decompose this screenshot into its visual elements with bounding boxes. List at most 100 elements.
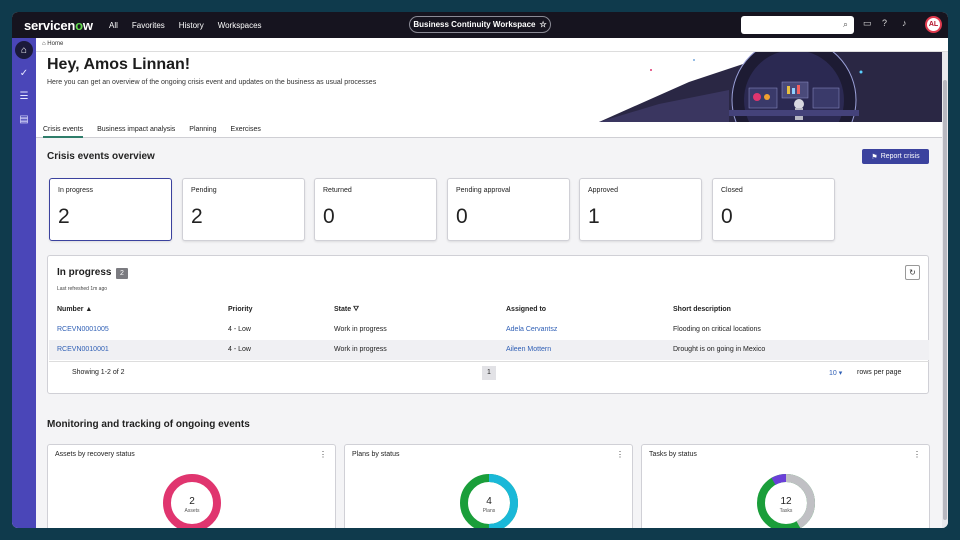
donut-value: 4: [486, 496, 492, 507]
stat-label: Pending: [191, 187, 217, 194]
refresh-button[interactable]: ↻: [905, 265, 920, 280]
stat-value: 0: [456, 205, 468, 228]
page-button[interactable]: 1: [482, 366, 496, 380]
stat-value: 0: [721, 205, 733, 228]
donut-unit: Tasks: [780, 508, 793, 514]
priority-cell: 4 - Low: [228, 326, 251, 333]
hero-illustration: [599, 52, 942, 122]
description-cell: Drought is on going in Mexico: [673, 346, 766, 353]
assets-donut-chart[interactable]: 2 Assets: [162, 473, 222, 528]
plans-card: Plans by status ⋮ 4 Plans: [344, 444, 633, 528]
record-number-link[interactable]: RCEVN0010001: [57, 346, 109, 353]
column-header-number[interactable]: Number ▲: [57, 306, 92, 313]
tasks-card: Tasks by status ⋮ 12 Tasks: [641, 444, 930, 528]
state-cell: Work in progress: [334, 346, 387, 353]
more-options-icon[interactable]: ⋮: [616, 450, 624, 459]
stat-label: Returned: [323, 187, 352, 194]
left-sidebar: ⌂ ✓ ☰ ▤: [12, 38, 36, 528]
greeting-subtitle: Here you can get an overview of the ongo…: [47, 79, 377, 86]
description-cell: Flooding on critical locations: [673, 326, 761, 333]
stat-card-approved[interactable]: Approved 1: [579, 178, 702, 241]
priority-cell: 4 - Low: [228, 346, 251, 353]
rows-per-page-select[interactable]: 10 ▾: [829, 369, 842, 377]
bell-icon[interactable]: ♪: [902, 18, 907, 28]
list-icon[interactable]: ☰: [15, 87, 33, 105]
donut-unit: Plans: [483, 508, 496, 514]
table-row[interactable]: RCEVN0010001 4 - Low Work in progress Ai…: [49, 340, 929, 360]
breadcrumb: ⌂ Home: [36, 38, 948, 52]
stat-value: 2: [58, 205, 70, 228]
stat-card-pending[interactable]: Pending 2: [182, 178, 305, 241]
card-title: Plans by status: [352, 451, 400, 458]
main-content: Crisis events overview ⚑ Report crisis I…: [36, 138, 942, 528]
record-number-link[interactable]: RCEVN0001005: [57, 326, 109, 333]
star-icon[interactable]: ☆: [539, 20, 546, 29]
scrollbar-thumb[interactable]: [943, 80, 947, 520]
chevron-down-icon: ▾: [838, 370, 843, 377]
more-options-icon[interactable]: ⋮: [319, 450, 327, 459]
tab-business-impact-analysis[interactable]: Business impact analysis: [97, 122, 175, 138]
top-navigation: servicenow All Favorites History Workspa…: [12, 12, 948, 38]
plans-donut-chart[interactable]: 4 Plans: [459, 473, 519, 528]
servicenow-logo[interactable]: servicenow: [24, 18, 109, 33]
tab-exercises[interactable]: Exercises: [231, 122, 261, 138]
user-avatar[interactable]: AL: [925, 16, 942, 33]
tab-planning[interactable]: Planning: [189, 122, 216, 138]
workspace-tabs: Crisis events Business impact analysis P…: [36, 122, 942, 138]
workspace-title-pill[interactable]: Business Continuity Workspace ☆: [409, 16, 551, 33]
assigned-to-link[interactable]: Aileen Mottern: [506, 346, 551, 353]
breadcrumb-home[interactable]: Home: [47, 41, 63, 47]
assets-card: Assets by recovery status ⋮ 2 Assets: [47, 444, 336, 528]
workspace-title: Business Continuity Workspace: [413, 20, 536, 29]
stat-label: In progress: [58, 187, 94, 194]
column-header-assigned-to[interactable]: Assigned to: [506, 306, 546, 313]
stat-label: Pending approval: [456, 187, 511, 194]
in-progress-panel: In progress 2 Last refreshed 1m ago ↻ Nu…: [47, 255, 929, 394]
column-header-state[interactable]: State ⛛: [334, 306, 359, 314]
count-badge: 2: [116, 268, 128, 279]
tasks-donut-chart[interactable]: 12 Tasks: [756, 473, 816, 528]
app-frame: servicenow All Favorites History Workspa…: [12, 12, 948, 528]
hero-banner: Hey, Amos Linnan! Here you can get an ov…: [36, 52, 942, 122]
nav-history[interactable]: History: [179, 21, 204, 30]
more-options-icon[interactable]: ⋮: [913, 450, 921, 459]
search-icon: ⌕: [842, 19, 848, 29]
home-icon[interactable]: ⌂: [15, 41, 33, 59]
board-icon[interactable]: ▤: [15, 110, 33, 128]
stat-value: 1: [588, 205, 600, 228]
table-footer: Showing 1-2 of 2 1 10 ▾ rows per page: [49, 361, 929, 381]
donut-value: 12: [780, 496, 792, 507]
check-circle-icon[interactable]: ✓: [15, 64, 33, 82]
page-scrollbar[interactable]: [942, 52, 948, 528]
sort-asc-icon: ▲: [85, 306, 93, 313]
report-crisis-button[interactable]: ⚑ Report crisis: [862, 149, 929, 164]
nav-all[interactable]: All: [109, 21, 118, 30]
last-refreshed-text: Last refreshed 1m ago: [57, 286, 108, 292]
stat-card-returned[interactable]: Returned 0: [314, 178, 437, 241]
stat-card-in-progress[interactable]: In progress 2: [49, 178, 172, 241]
chat-icon[interactable]: ▭: [863, 18, 872, 29]
report-crisis-label: Report crisis: [880, 153, 920, 160]
global-search-input[interactable]: ⌕: [741, 16, 854, 34]
help-icon[interactable]: ?: [882, 18, 887, 28]
flag-icon: ⚑: [871, 153, 878, 161]
tab-crisis-events[interactable]: Crisis events: [43, 122, 84, 138]
donut-unit: Assets: [184, 508, 200, 514]
column-header-priority[interactable]: Priority: [228, 306, 253, 313]
monitoring-title: Monitoring and tracking of ongoing event…: [47, 419, 250, 430]
state-cell: Work in progress: [334, 326, 387, 333]
card-title: Tasks by status: [649, 451, 697, 458]
nav-favorites[interactable]: Favorites: [132, 21, 165, 30]
stat-label: Closed: [721, 187, 743, 194]
table-row[interactable]: RCEVN0001005 4 - Low Work in progress Ad…: [49, 320, 929, 340]
rows-per-page-label: rows per page: [857, 369, 902, 376]
showing-count: Showing 1-2 of 2: [72, 369, 125, 376]
nav-workspaces[interactable]: Workspaces: [218, 21, 262, 30]
card-title: Assets by recovery status: [55, 451, 135, 458]
stat-card-pending-approval[interactable]: Pending approval 0: [447, 178, 570, 241]
assigned-to-link[interactable]: Adela Cervantsz: [506, 326, 557, 333]
stat-card-closed[interactable]: Closed 0: [712, 178, 835, 241]
in-progress-title: In progress: [57, 267, 112, 278]
column-header-short-description[interactable]: Short description: [673, 306, 731, 313]
greeting-title: Hey, Amos Linnan!: [47, 56, 191, 73]
